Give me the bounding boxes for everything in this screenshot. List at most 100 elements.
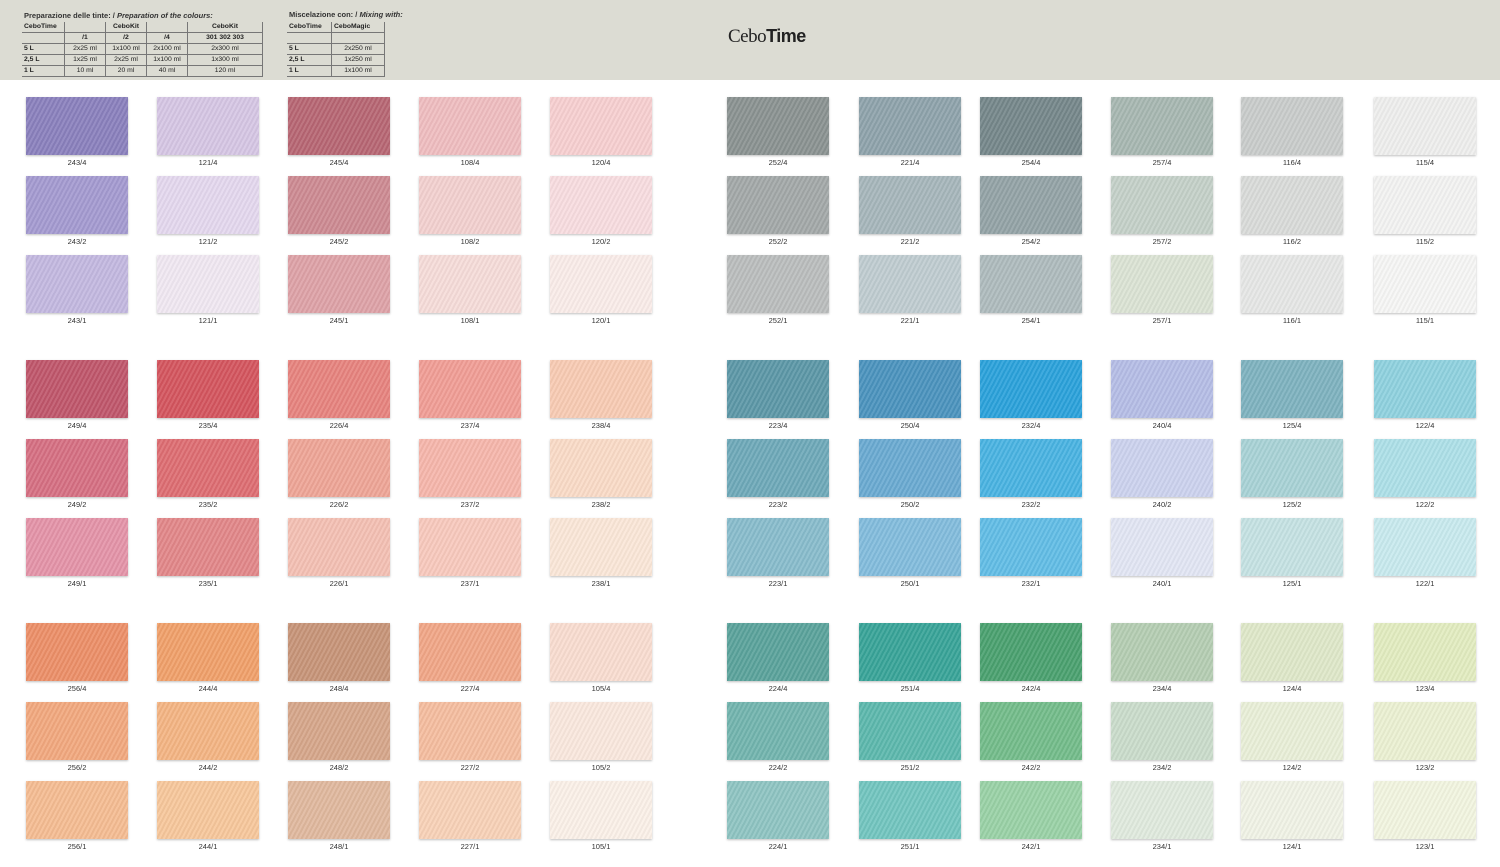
color-code-label: 232/1	[1021, 579, 1041, 588]
color-code-label: 125/4	[1282, 421, 1302, 430]
table-cell: 40 ml	[146, 65, 188, 77]
color-swatch	[1374, 781, 1476, 839]
brand-logo-bold: Time	[766, 26, 806, 46]
color-code-label: 238/4	[591, 421, 611, 430]
color-code-label: 256/1	[67, 842, 87, 851]
color-code-label: 249/2	[67, 500, 87, 509]
color-swatch	[288, 623, 390, 681]
table-cell: 5 L	[287, 43, 332, 55]
brand-logo: CeboTime	[728, 26, 806, 48]
color-code-label: 232/4	[1021, 421, 1041, 430]
color-swatch	[419, 255, 521, 313]
color-code-label: 257/1	[1152, 316, 1172, 325]
color-swatch	[1374, 176, 1476, 234]
color-swatch	[26, 702, 128, 760]
color-swatch	[1374, 97, 1476, 155]
color-code-label: 256/2	[67, 763, 87, 772]
color-swatch	[859, 518, 961, 576]
color-swatch	[419, 439, 521, 497]
color-swatch	[157, 176, 259, 234]
prep-caption-en: Preparation of the colours:	[116, 11, 213, 20]
table-cell: 301 302 303	[187, 32, 263, 44]
color-code-label: 125/2	[1282, 500, 1302, 509]
table-cell: 1x100 ml	[331, 65, 385, 77]
color-code-label: 256/4	[67, 684, 87, 693]
color-swatch	[157, 781, 259, 839]
table-row: 5 L 2x25 ml 1x100 ml 2x100 ml 2x300 ml	[22, 43, 263, 55]
color-swatch	[1241, 518, 1343, 576]
table-cell: CeboMagic	[331, 22, 385, 33]
color-swatch	[157, 97, 259, 155]
color-swatch	[859, 255, 961, 313]
table-cell	[287, 32, 332, 44]
color-swatch	[157, 360, 259, 418]
color-swatch	[550, 176, 652, 234]
color-code-label: 248/2	[329, 763, 349, 772]
color-swatch	[727, 623, 829, 681]
table-cell: CeboKit	[105, 22, 147, 33]
color-swatch	[727, 518, 829, 576]
color-swatch	[1374, 360, 1476, 418]
color-code-label: 115/2	[1415, 237, 1435, 246]
color-swatch	[1111, 702, 1213, 760]
color-code-label: 254/1	[1021, 316, 1041, 325]
color-code-label: 223/2	[768, 500, 788, 509]
prep-caption: Preparazione delle tinte: / Preparation …	[24, 11, 213, 20]
color-swatch	[1241, 623, 1343, 681]
color-swatch	[1111, 781, 1213, 839]
color-swatch	[859, 360, 961, 418]
color-swatch	[157, 439, 259, 497]
color-code-label: 234/1	[1152, 842, 1172, 851]
table-cell: 2x25 ml	[64, 43, 106, 55]
color-code-label: 116/4	[1282, 158, 1302, 167]
color-code-label: 251/2	[900, 763, 920, 772]
color-code-label: 235/4	[198, 421, 218, 430]
color-swatch	[980, 623, 1082, 681]
color-code-label: 250/4	[900, 421, 920, 430]
table-cell: /1	[64, 32, 106, 44]
color-swatch	[550, 518, 652, 576]
color-swatch	[550, 439, 652, 497]
color-code-label: 237/2	[460, 500, 480, 509]
color-code-label: 123/4	[1415, 684, 1435, 693]
color-swatch	[1374, 702, 1476, 760]
color-swatch	[859, 781, 961, 839]
color-swatch	[1374, 518, 1476, 576]
color-swatch	[157, 518, 259, 576]
color-code-label: 123/1	[1415, 842, 1435, 851]
color-swatch	[1111, 255, 1213, 313]
color-swatch	[1111, 518, 1213, 576]
color-swatch	[980, 360, 1082, 418]
color-code-label: 227/1	[460, 842, 480, 851]
color-swatch	[550, 97, 652, 155]
color-code-label: 235/2	[198, 500, 218, 509]
color-swatch	[980, 255, 1082, 313]
color-code-label: 250/1	[900, 579, 920, 588]
color-code-label: 226/1	[329, 579, 349, 588]
color-code-label: 238/1	[591, 579, 611, 588]
color-swatch	[26, 97, 128, 155]
table-cell: 2x25 ml	[105, 54, 147, 66]
color-code-label: 105/4	[591, 684, 611, 693]
color-code-label: 121/2	[198, 237, 218, 246]
color-swatch	[1241, 439, 1343, 497]
color-swatch	[1241, 255, 1343, 313]
color-code-label: 237/1	[460, 579, 480, 588]
color-swatch	[26, 623, 128, 681]
color-swatch	[288, 360, 390, 418]
color-code-label: 125/1	[1282, 579, 1302, 588]
color-code-label: 221/4	[900, 158, 920, 167]
color-swatch	[1111, 439, 1213, 497]
color-code-label: 226/4	[329, 421, 349, 430]
color-swatch	[727, 781, 829, 839]
table-cell: 2x300 ml	[187, 43, 263, 55]
color-code-label: 227/4	[460, 684, 480, 693]
color-swatch	[288, 781, 390, 839]
mix-caption: Miscelazione con: / Mixing with:	[289, 10, 403, 19]
color-code-label: 232/2	[1021, 500, 1041, 509]
table-cell: CeboTime	[287, 22, 332, 33]
table-cell: CeboKit	[187, 22, 263, 33]
color-swatch	[727, 360, 829, 418]
table-cell	[22, 32, 65, 44]
table-cell: 1 L	[22, 65, 65, 77]
